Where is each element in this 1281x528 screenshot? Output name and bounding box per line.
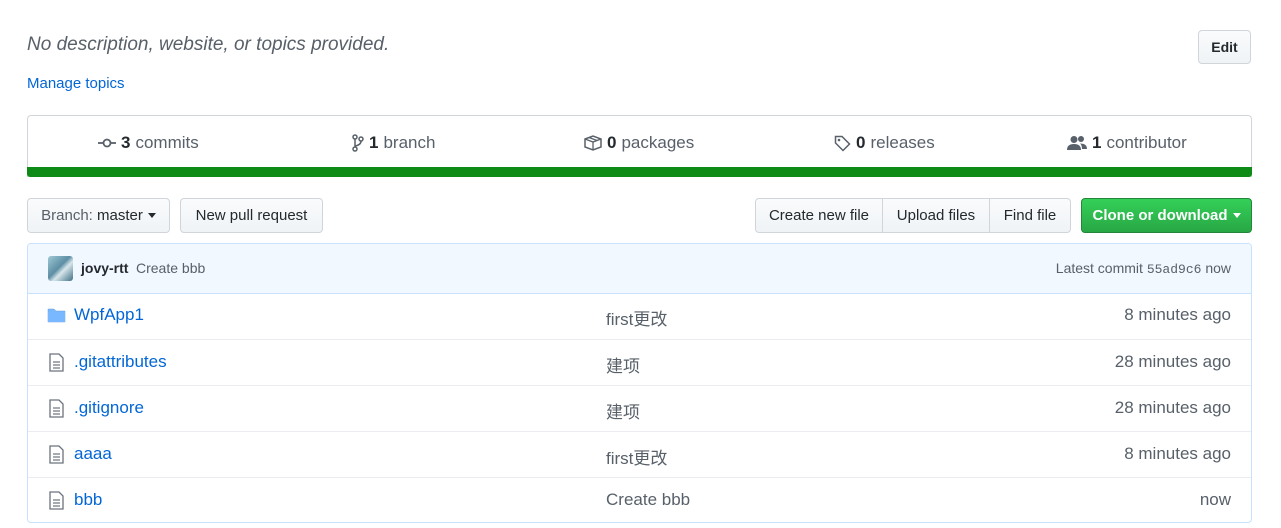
branch-icon <box>352 134 364 152</box>
file-name-link[interactable]: WpfApp1 <box>74 305 144 325</box>
table-row: aaaa first更改 8 minutes ago <box>28 431 1251 477</box>
repo-description: No description, website, or topics provi… <box>27 34 390 55</box>
file-icon <box>49 445 64 464</box>
clone-label: Clone or download <box>1092 207 1228 224</box>
branches-count: 1 <box>369 133 379 152</box>
file-commit-message[interactable]: 建项 <box>606 352 640 377</box>
commits-link[interactable]: 3 commits <box>98 133 199 153</box>
packages-label: packages <box>621 133 695 152</box>
file-name-link[interactable]: bbb <box>74 490 102 510</box>
commit-message[interactable]: Create bbb <box>136 260 205 276</box>
latest-commit-info: Latest commit 55ad9c6 now <box>1056 260 1231 277</box>
file-name-link[interactable]: .gitignore <box>74 398 144 418</box>
branches-link[interactable]: 1 branch <box>352 133 435 153</box>
table-row: .gitattributes 建项 28 minutes ago <box>28 339 1251 385</box>
commit-sha[interactable]: 55ad9c6 <box>1147 262 1202 277</box>
table-row: bbb Create bbb now <box>28 477 1251 522</box>
file-list: jovy-rtt Create bbb Latest commit 55ad9c… <box>27 243 1252 523</box>
edit-button[interactable]: Edit <box>1198 30 1251 64</box>
commit-author[interactable]: jovy-rtt <box>81 260 128 276</box>
avatar[interactable] <box>48 256 73 281</box>
table-row: .gitignore 建项 28 minutes ago <box>28 385 1251 431</box>
table-row: WpfApp1 first更改 8 minutes ago <box>28 293 1251 339</box>
language-bar <box>27 167 1252 177</box>
find-file-button[interactable]: Find file <box>989 198 1071 233</box>
package-icon <box>584 135 602 151</box>
file-icon <box>49 399 64 418</box>
branch-prefix: Branch: <box>41 207 93 224</box>
caret-down-icon <box>1232 213 1241 218</box>
contributors-label: contributor <box>1106 133 1187 152</box>
caret-down-icon <box>147 213 156 218</box>
contributors-link[interactable]: 1 contributor <box>1067 133 1187 153</box>
latest-commit-bar: jovy-rtt Create bbb Latest commit 55ad9c… <box>28 244 1251 294</box>
commits-count: 3 <box>121 133 131 152</box>
folder-icon <box>47 308 66 323</box>
releases-count: 0 <box>856 133 866 152</box>
file-commit-message[interactable]: Create bbb <box>606 490 690 510</box>
file-commit-message[interactable]: 建项 <box>606 398 640 423</box>
packages-count: 0 <box>607 133 617 152</box>
packages-link[interactable]: 0 packages <box>584 133 694 153</box>
file-age: now <box>1199 490 1231 509</box>
branches-label: branch <box>383 133 436 152</box>
create-new-file-button[interactable]: Create new file <box>755 198 883 233</box>
file-commit-message[interactable]: first更改 <box>606 305 667 330</box>
releases-label: releases <box>870 133 935 152</box>
releases-link[interactable]: 0 releases <box>834 133 935 153</box>
file-age: 28 minutes ago <box>1114 352 1231 371</box>
contributors-count: 1 <box>1092 133 1102 152</box>
branch-select-button[interactable]: Branch: master <box>27 198 170 233</box>
file-age: 28 minutes ago <box>1114 398 1231 417</box>
file-name-link[interactable]: .gitattributes <box>74 352 167 372</box>
latest-commit-label: Latest commit <box>1055 260 1143 276</box>
file-commit-message[interactable]: first更改 <box>606 444 667 469</box>
file-icon <box>49 491 64 510</box>
tag-icon <box>834 135 851 152</box>
people-icon <box>1067 136 1087 150</box>
commits-label: commits <box>135 133 199 152</box>
upload-files-button[interactable]: Upload files <box>882 198 990 233</box>
file-age: 8 minutes ago <box>1124 444 1231 463</box>
clone-or-download-button[interactable]: Clone or download <box>1081 198 1252 233</box>
new-pull-request-button[interactable]: New pull request <box>180 198 323 233</box>
manage-topics-link[interactable]: Manage topics <box>27 75 125 92</box>
commit-icon <box>98 138 116 148</box>
file-name-link[interactable]: aaaa <box>74 444 112 464</box>
file-icon <box>49 353 64 372</box>
branch-name: master <box>97 207 143 224</box>
file-age: 8 minutes ago <box>1124 305 1231 324</box>
commit-time: now <box>1205 260 1231 276</box>
